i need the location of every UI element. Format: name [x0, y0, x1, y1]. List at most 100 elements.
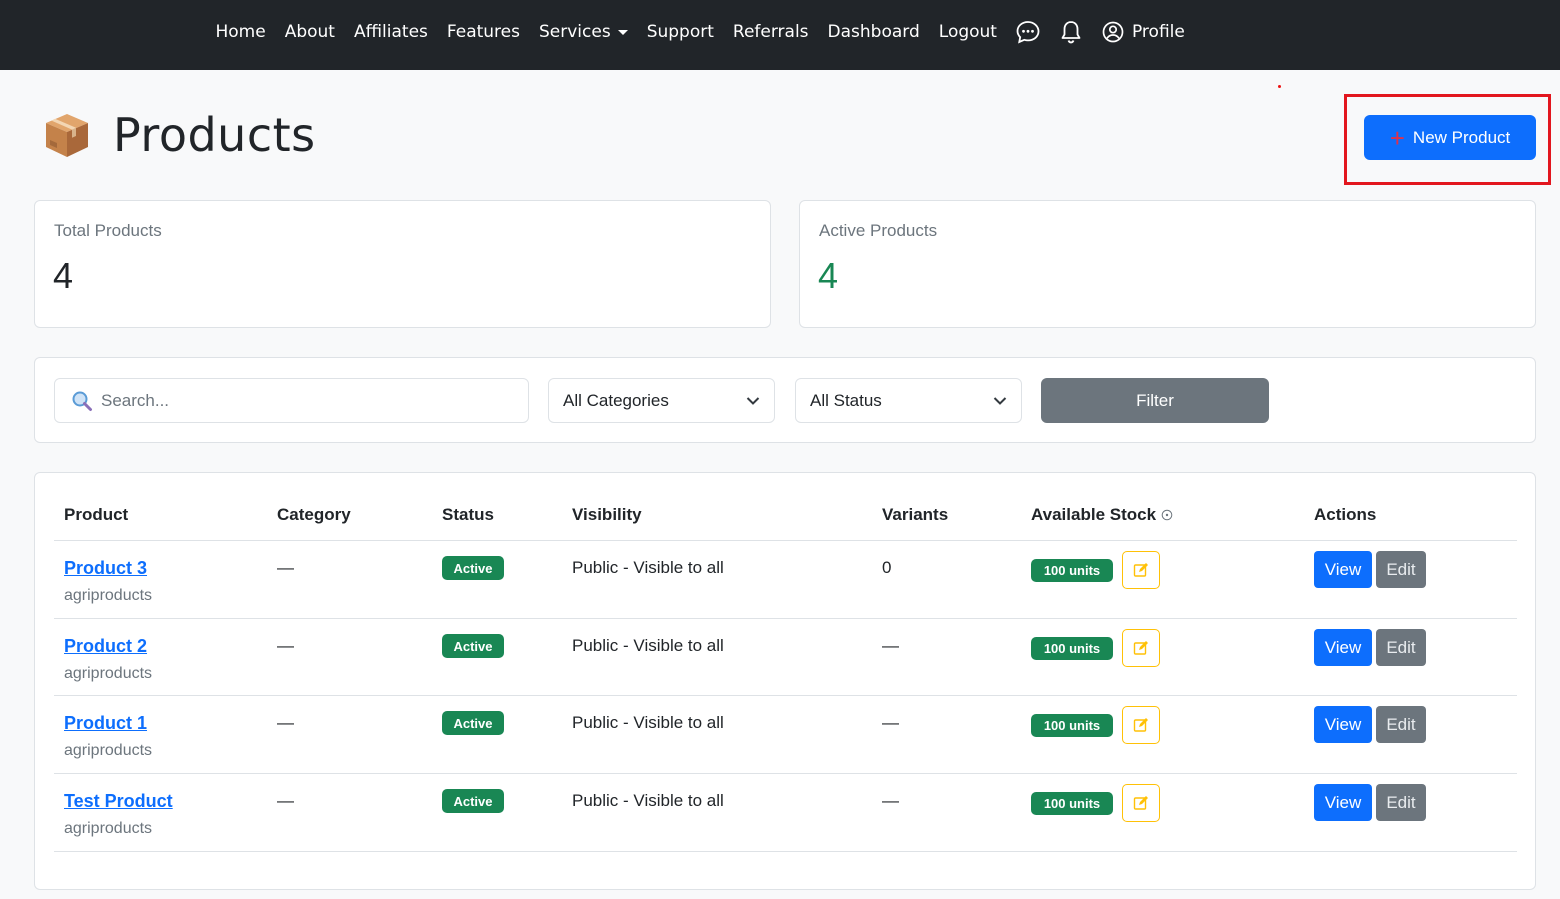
product-visibility: Public - Visible to all [572, 791, 724, 810]
stock-badge: 100 units [1031, 637, 1113, 660]
pencil-square-icon [1133, 718, 1148, 732]
row-divider [54, 851, 1517, 852]
nav-about-link[interactable]: About [275, 22, 344, 42]
edit-stock-button[interactable] [1122, 551, 1160, 589]
nav-referrals-link[interactable]: Referrals [723, 22, 818, 42]
filter-bar: Search... All Categories All Status Filt… [34, 357, 1536, 443]
product-variants: — [882, 791, 899, 810]
filter-button[interactable]: Filter [1041, 378, 1269, 423]
edit-button[interactable]: Edit [1376, 551, 1426, 588]
product-category: — [277, 713, 294, 732]
nav-services-dropdown[interactable]: Services [530, 22, 638, 42]
nav-links: Home About Affiliates Features Services … [206, 0, 1194, 64]
header-available-stock-label: Available Stock [1031, 505, 1157, 524]
header-category: Category [277, 505, 351, 524]
magnifier-icon [72, 391, 92, 411]
chat-dots-icon[interactable] [1006, 19, 1050, 45]
product-visibility: Public - Visible to all [572, 558, 724, 577]
table-row: Test Product agriproducts — Active Publi… [35, 774, 1535, 852]
edit-button[interactable]: Edit [1376, 629, 1426, 666]
chevron-down-icon [746, 396, 760, 405]
edit-button[interactable]: Edit [1376, 706, 1426, 743]
view-button[interactable]: View [1314, 551, 1372, 588]
nav-dashboard-link[interactable]: Dashboard [818, 22, 929, 42]
total-products-value: 4 [53, 255, 74, 296]
total-products-card: Total Products 4 [34, 200, 771, 328]
stock-badge: 100 units [1031, 559, 1113, 582]
status-badge: Active [442, 789, 504, 813]
edit-stock-button[interactable] [1122, 629, 1160, 667]
status-select-value: All Status [810, 390, 882, 410]
edit-button[interactable]: Edit [1376, 784, 1426, 821]
pencil-square-icon [1133, 563, 1148, 577]
view-button[interactable]: View [1314, 629, 1372, 666]
product-name-link[interactable]: Product 1 [64, 713, 147, 734]
status-badge: Active [442, 634, 504, 658]
new-product-label: New Product [1412, 127, 1511, 147]
header-available-stock: Available Stock [1031, 505, 1173, 525]
annotation-dot [1278, 85, 1281, 88]
category-select[interactable]: All Categories [548, 378, 775, 423]
bell-icon[interactable] [1050, 19, 1092, 45]
caret-down-icon [617, 29, 628, 35]
header-status: Status [442, 505, 494, 524]
table-row: Product 3 agriproducts — Active Public -… [35, 541, 1535, 619]
header-product: Product [64, 505, 129, 524]
products-table-card: Product Category Status Visibility Varia… [34, 472, 1536, 890]
page-title: Products [113, 108, 316, 162]
pencil-square-icon [1133, 641, 1148, 655]
search-input[interactable]: Search... [54, 378, 529, 423]
product-variants: — [882, 713, 899, 732]
header-actions: Actions [1314, 505, 1377, 524]
package-box-icon [46, 114, 88, 157]
product-name-link[interactable]: Product 3 [64, 558, 147, 579]
header-variants: Variants [882, 505, 949, 524]
total-products-label: Total Products [54, 221, 162, 240]
product-vendor: agriproducts [64, 742, 153, 759]
product-category: — [277, 791, 294, 810]
top-navbar: Home About Affiliates Features Services … [0, 0, 1560, 70]
pencil-square-icon [1133, 796, 1148, 810]
product-visibility: Public - Visible to all [572, 713, 724, 732]
search-placeholder: Search... [101, 390, 170, 410]
product-vendor: agriproducts [64, 587, 153, 604]
product-vendor: agriproducts [64, 665, 153, 682]
nav-support-link[interactable]: Support [637, 22, 723, 42]
status-badge: Active [442, 711, 504, 735]
nav-affiliates-link[interactable]: Affiliates [344, 22, 437, 42]
info-circle-icon[interactable] [1161, 509, 1173, 521]
plus-icon: + [1389, 122, 1405, 153]
view-button[interactable]: View [1314, 706, 1372, 743]
product-category: — [277, 636, 294, 655]
active-products-card: Active Products 4 [799, 200, 1536, 328]
table-row: Product 1 agriproducts — Active Public -… [35, 696, 1535, 774]
product-category: — [277, 558, 294, 577]
nav-profile-link[interactable]: Profile [1092, 21, 1194, 43]
nav-home-link[interactable]: Home [206, 22, 275, 42]
product-variants: 0 [882, 558, 892, 577]
product-name-link[interactable]: Test Product [64, 791, 173, 812]
nav-profile-label: Profile [1131, 22, 1185, 42]
product-name-link[interactable]: Product 2 [64, 636, 147, 657]
edit-stock-button[interactable] [1122, 784, 1160, 822]
nav-features-link[interactable]: Features [437, 22, 529, 42]
active-products-label: Active Products [819, 221, 938, 240]
table-row: Product 2 agriproducts — Active Public -… [35, 619, 1535, 697]
category-select-value: All Categories [563, 390, 669, 410]
status-badge: Active [442, 556, 504, 580]
stock-badge: 100 units [1031, 792, 1113, 815]
header-visibility: Visibility [572, 505, 642, 524]
new-product-button[interactable]: + New Product [1364, 115, 1536, 160]
view-button[interactable]: View [1314, 784, 1372, 821]
product-vendor: agriproducts [64, 820, 153, 837]
nav-services-label: Services [539, 22, 611, 42]
person-circle-icon [1102, 21, 1124, 43]
nav-logout-link[interactable]: Logout [929, 22, 1006, 42]
stock-badge: 100 units [1031, 714, 1113, 737]
status-select[interactable]: All Status [795, 378, 1022, 423]
active-products-value: 4 [818, 255, 839, 296]
edit-stock-button[interactable] [1122, 706, 1160, 744]
product-variants: — [882, 636, 899, 655]
chevron-down-icon [993, 396, 1007, 405]
product-visibility: Public - Visible to all [572, 636, 724, 655]
